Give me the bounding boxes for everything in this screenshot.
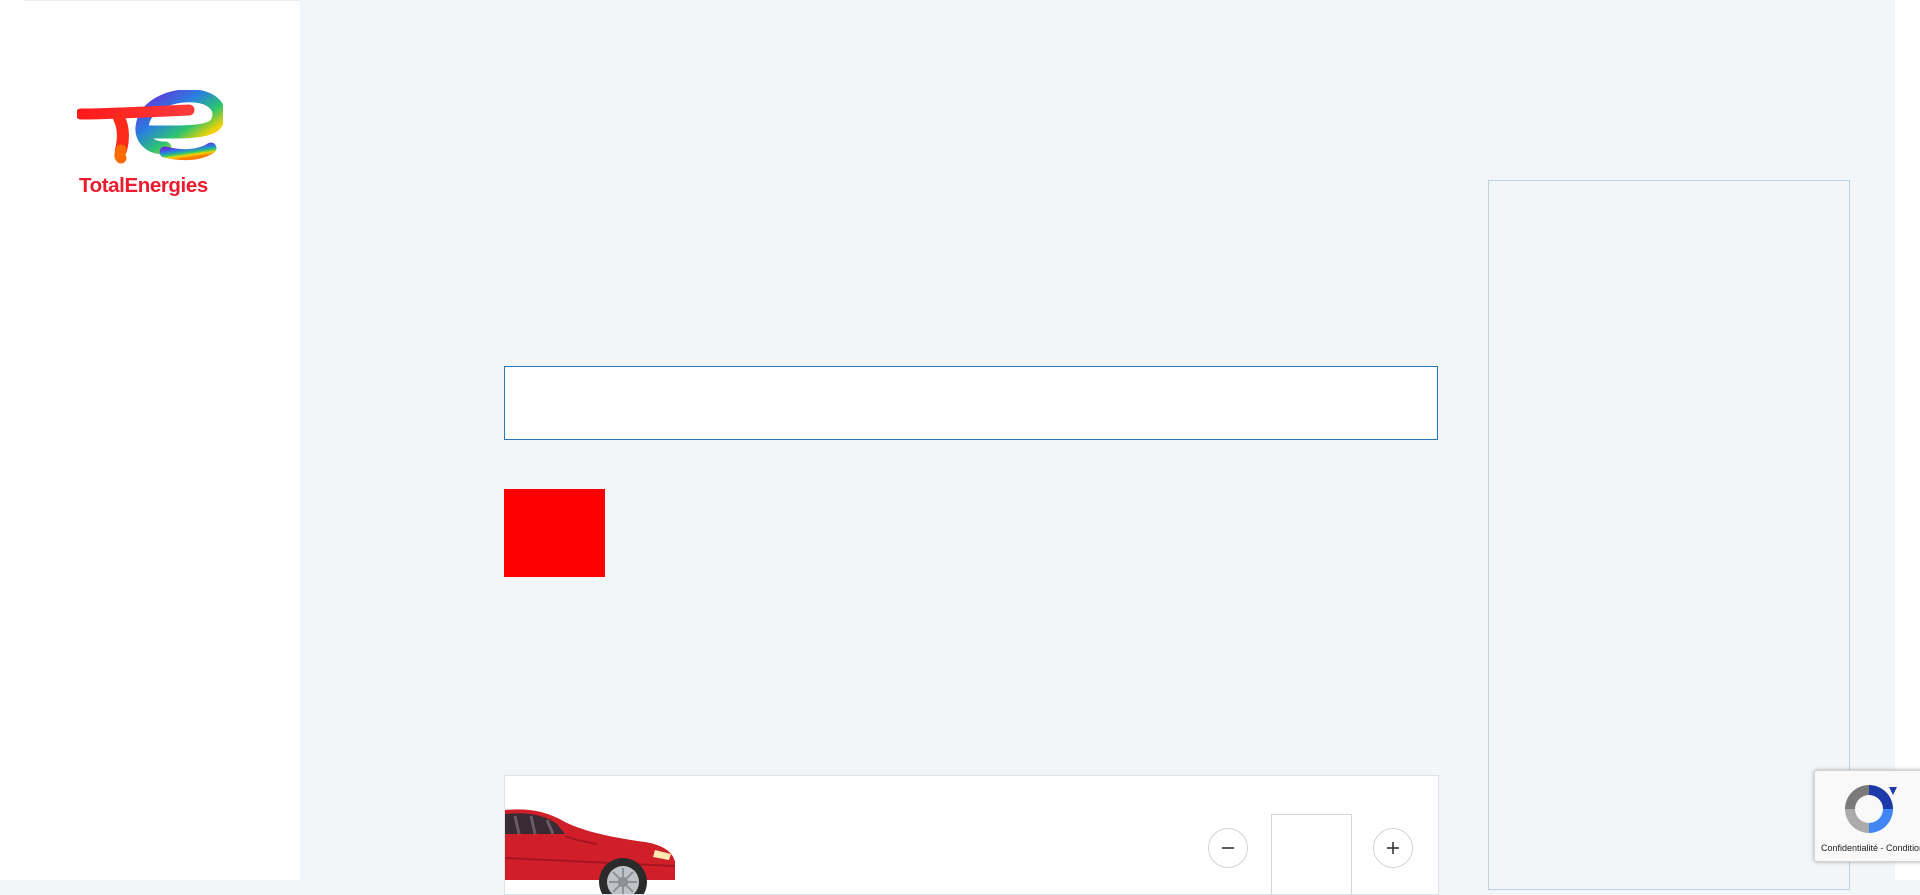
divider: [24, 0, 300, 1]
recaptcha-links: Confidentialité - Conditions: [1815, 843, 1920, 853]
recaptcha-privacy-link[interactable]: Confidentialité: [1821, 843, 1878, 853]
red-car-icon: [505, 809, 676, 894]
recaptcha-badge[interactable]: Confidentialité - Conditions: [1814, 770, 1920, 862]
plus-icon: [1387, 842, 1399, 854]
red-color-swatch: [504, 489, 605, 577]
total-energies-logo-icon: [77, 90, 223, 164]
increase-quantity-button[interactable]: [1373, 828, 1413, 868]
decrease-quantity-button[interactable]: [1208, 828, 1248, 868]
recaptcha-separator: -: [1878, 843, 1887, 853]
scroll-gutter: [1895, 0, 1920, 880]
summary-panel: [1488, 180, 1850, 890]
sidebar: TotalEnergies: [0, 0, 300, 880]
search-input[interactable]: [504, 366, 1438, 440]
recaptcha-terms-link[interactable]: Conditions: [1886, 843, 1920, 853]
brand-name: TotalEnergies: [79, 174, 208, 197]
product-card: [504, 775, 1439, 895]
recaptcha-icon: [1845, 785, 1897, 833]
brand-logo[interactable]: TotalEnergies: [77, 90, 223, 202]
minus-icon: [1222, 847, 1234, 849]
quantity-input[interactable]: [1271, 814, 1352, 894]
